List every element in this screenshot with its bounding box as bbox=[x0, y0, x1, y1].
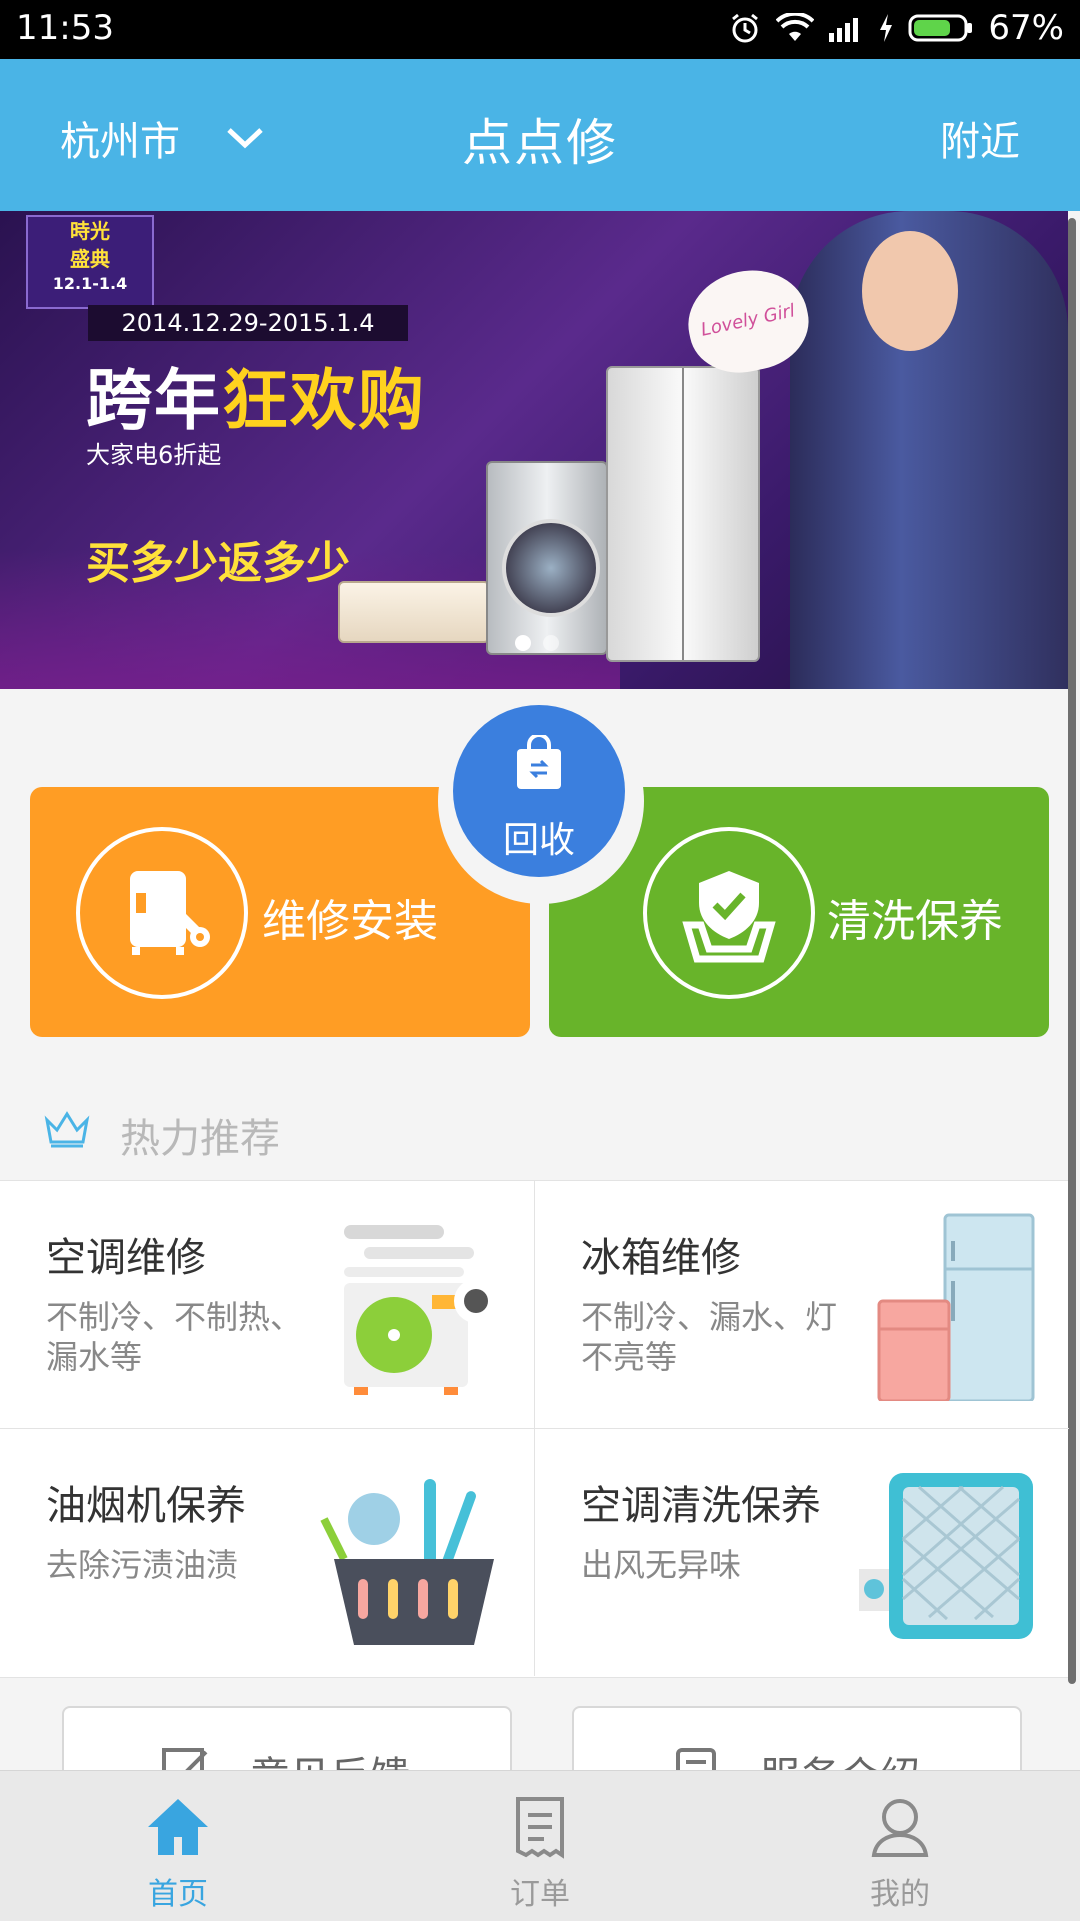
nearby-button[interactable]: 附近 bbox=[940, 109, 1020, 167]
tab-label: 订单 bbox=[510, 1877, 570, 1912]
hot-recommend-title: 热力推荐 bbox=[120, 1116, 280, 1162]
hot-item-ac-repair[interactable]: 空调维修 不制冷、不制热、漏水等 bbox=[0, 1181, 535, 1429]
signal-icon bbox=[829, 18, 859, 42]
receipt-icon bbox=[516, 1797, 564, 1859]
repair-install-label: 维修安装 bbox=[262, 896, 438, 947]
bottom-tab-bar: 首页 订单 我的 bbox=[0, 1770, 1080, 1921]
tab-label: 首页 bbox=[148, 1877, 208, 1912]
hot-item-ac-cleaning[interactable]: 空调清洗保养 出风无异味 bbox=[535, 1429, 1069, 1676]
washing-machine-image bbox=[486, 461, 608, 655]
hot-item-name: 空调维修 bbox=[46, 1235, 206, 1281]
banner-headline: 跨年狂欢购 bbox=[86, 362, 426, 439]
status-time: 11:53 bbox=[16, 8, 114, 48]
repair-icon bbox=[76, 827, 248, 999]
home-icon bbox=[148, 1799, 208, 1855]
hot-item-name: 空调清洗保养 bbox=[581, 1483, 821, 1529]
promo-banner[interactable]: 時光 盛典 12.1-1.4 2014.12.29-2015.1.4 跨年狂欢购… bbox=[0, 211, 1068, 689]
user-icon bbox=[871, 1799, 929, 1857]
page-title: 点点修 bbox=[462, 114, 618, 172]
recycle-label: 回收 bbox=[502, 820, 575, 861]
fridge-illustration bbox=[877, 1213, 1035, 1401]
scrollbar[interactable] bbox=[1068, 218, 1076, 1684]
carousel-dot bbox=[543, 635, 559, 651]
status-bar: 11:53 67% bbox=[0, 0, 1080, 59]
hot-recommend-header: 热力推荐 bbox=[0, 1080, 1068, 1180]
tab-mine[interactable]: 我的 bbox=[800, 1771, 1000, 1921]
hot-item-name: 冰箱维修 bbox=[581, 1235, 741, 1281]
model-image bbox=[790, 211, 1068, 689]
hot-item-desc: 不制冷、漏水、灯不亮等 bbox=[581, 1298, 838, 1376]
hot-item-desc: 去除污渍油渍 bbox=[46, 1546, 239, 1584]
hot-item-desc: 出风无异味 bbox=[581, 1546, 742, 1584]
charging-icon bbox=[880, 14, 893, 42]
hot-item-name: 油烟机保养 bbox=[46, 1483, 246, 1529]
status-icons: 67% bbox=[728, 8, 1064, 48]
basket-illustration bbox=[320, 1479, 494, 1645]
banner-subline: 大家电6折起 bbox=[86, 441, 222, 469]
ac-filter-illustration bbox=[859, 1473, 1033, 1639]
hot-item-fridge-repair[interactable]: 冰箱维修 不制冷、漏水、灯不亮等 bbox=[535, 1181, 1069, 1429]
recycle-button[interactable]: 回收 bbox=[453, 705, 625, 877]
event-badge: 時光 盛典 12.1-1.4 bbox=[26, 215, 154, 309]
tab-home[interactable]: 首页 bbox=[78, 1771, 278, 1921]
banner-promo: 买多少返多少 bbox=[86, 538, 350, 589]
refrigerator-image bbox=[606, 366, 760, 662]
hot-recommend-grid: 空调维修 不制冷、不制热、漏水等 冰箱维修 不制冷、漏水、灯不亮等 油烟机保养 … bbox=[0, 1180, 1069, 1678]
clean-maintain-label: 清洗保养 bbox=[827, 896, 1003, 947]
shopping-bag-icon bbox=[517, 735, 561, 789]
hot-item-desc: 不制冷、不制热、漏水等 bbox=[46, 1298, 303, 1376]
carousel-dot bbox=[515, 635, 531, 651]
alarm-icon bbox=[732, 13, 759, 43]
wifi-icon bbox=[776, 13, 815, 41]
battery-icon bbox=[908, 14, 973, 42]
battery-percent: 67% bbox=[988, 8, 1064, 48]
tab-orders[interactable]: 订单 bbox=[440, 1771, 640, 1921]
carousel-indicator bbox=[515, 635, 559, 651]
crown-icon bbox=[44, 1111, 90, 1148]
banner-date: 2014.12.29-2015.1.4 bbox=[88, 305, 408, 341]
hot-item-hood-maintenance[interactable]: 油烟机保养 去除污渍油渍 bbox=[0, 1429, 535, 1676]
shield-check-icon bbox=[643, 827, 815, 999]
tab-label: 我的 bbox=[870, 1877, 930, 1912]
ac-unit-illustration bbox=[344, 1225, 498, 1395]
app-header: 杭州市 点点修 附近 bbox=[0, 59, 1080, 211]
air-conditioner-image bbox=[338, 581, 490, 643]
